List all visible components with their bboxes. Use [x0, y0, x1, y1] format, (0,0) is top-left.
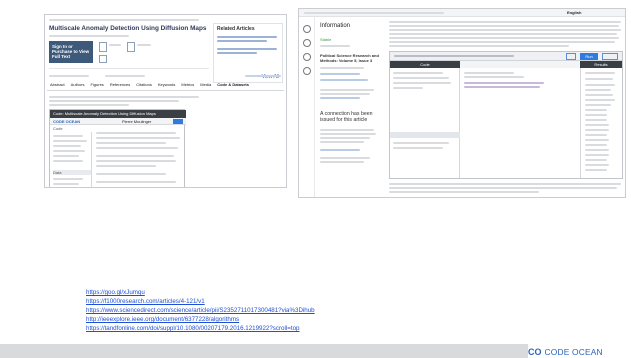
information-panel: Information Stable Political Science Res… [316, 17, 382, 197]
related-articles-heading: Related Articles [217, 26, 255, 32]
link-ieeexplore[interactable]: http://ieeexplore.ieee.org/document/6377… [86, 316, 239, 323]
link-goo-gl[interactable]: https://goo.gl/xJumqu [86, 289, 145, 296]
export-icon[interactable] [99, 55, 107, 63]
tab-citations[interactable]: Citations [136, 82, 152, 90]
footer-bar [0, 344, 528, 358]
link-sciencedirect[interactable]: https://www.sciencedirect.com/science/ar… [86, 307, 315, 314]
widget-author: Pierre Moulinger [122, 119, 152, 124]
language-selector[interactable]: English [567, 10, 581, 15]
pdf-icon[interactable] [99, 42, 107, 52]
breadcrumb [304, 12, 444, 14]
menu-icon[interactable] [602, 53, 618, 60]
file-tree[interactable] [390, 68, 460, 178]
download-icon[interactable] [303, 67, 311, 75]
status-badge: Stable [320, 37, 332, 42]
link-tandfonline[interactable]: https://tandfonline.com/doi/suppl/10.108… [86, 325, 299, 332]
code-tab[interactable]: Code [390, 61, 460, 68]
tab-keywords[interactable]: Keywords [158, 82, 176, 90]
code-column-header: Code [53, 126, 63, 131]
codeocean-embed: Run Code Results [389, 51, 623, 179]
run-button[interactable] [173, 119, 183, 124]
results-tab[interactable]: Results [580, 61, 622, 68]
cite-icon[interactable] [303, 53, 311, 61]
cambridge-article-screenshot: English Information Stable Political Sci… [298, 8, 626, 198]
information-header: Information [320, 23, 351, 29]
info-icon[interactable] [303, 25, 311, 33]
author-line [49, 35, 129, 37]
footer-logo: CO CODE OCEAN [528, 345, 631, 358]
link-f1000research[interactable]: https://f1000research.com/articles/4-121… [86, 298, 205, 305]
breadcrumb [49, 19, 199, 21]
share-icon[interactable] [303, 39, 311, 47]
widget-title-bar: Code: Multiscale Anomaly Detection Using… [50, 110, 186, 118]
tab-metrics[interactable]: Metrics [181, 82, 194, 90]
tab-code-datasets[interactable]: Code & Datasets [217, 82, 249, 90]
related-articles-panel: Related Articles View All [213, 23, 283, 83]
fullscreen-icon[interactable] [566, 53, 576, 60]
code-ocean-wordmark: CODE OCEAN [544, 346, 603, 357]
ieee-article-screenshot: Multiscale Anomaly Detection Using Diffu… [44, 14, 287, 188]
tab-figures[interactable]: Figures [90, 82, 103, 90]
icon-rail [299, 17, 315, 197]
widget-brand: CODE OCEAN [53, 119, 81, 124]
connection-title: A connection has been issued for this ar… [320, 111, 373, 123]
article-title: Multiscale Anomaly Detection Using Diffu… [49, 25, 207, 32]
data-folder-header: Data [53, 170, 91, 175]
article-tabs: Abstract Authors Figures References Cita… [47, 82, 284, 91]
tab-references[interactable]: References [110, 82, 130, 90]
alerts-icon[interactable] [127, 42, 135, 52]
run-button[interactable]: Run [580, 53, 598, 60]
file-tree[interactable]: Data [50, 132, 92, 187]
tab-authors[interactable]: Authors [71, 82, 85, 90]
tab-media[interactable]: Media [200, 82, 211, 90]
sign-in-button[interactable]: Sign In or Purchase to View Full Text [49, 41, 93, 63]
journal-title: Political Science Research and Methods: … [320, 53, 379, 63]
results-list[interactable] [580, 68, 622, 178]
tab-abstract[interactable]: Abstract [50, 82, 65, 90]
code-ocean-logo-mark: CO [528, 346, 542, 357]
codeocean-widget: Code: Multiscale Anomaly Detection Using… [49, 109, 186, 187]
